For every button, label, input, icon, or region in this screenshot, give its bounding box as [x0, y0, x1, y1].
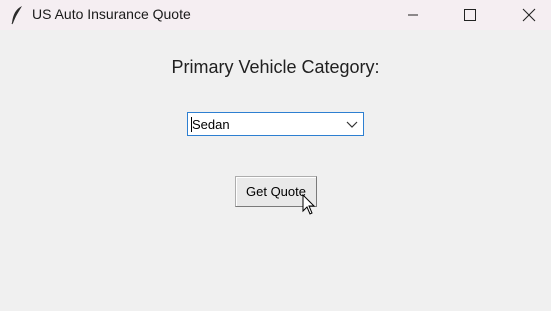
maximize-icon [464, 9, 476, 21]
close-icon [522, 8, 536, 22]
vehicle-category-label: Primary Vehicle Category: [171, 57, 380, 77]
vehicle-category-value: Sedan [192, 117, 230, 132]
close-button[interactable] [505, 0, 551, 30]
chevron-down-icon[interactable] [344, 117, 360, 131]
mouse-pointer-icon [302, 194, 316, 215]
minimize-button[interactable] [390, 0, 436, 30]
app-window: US Auto Insurance Quote Primary Vehicle … [0, 0, 551, 311]
title-bar[interactable]: US Auto Insurance Quote [0, 0, 551, 30]
window-title: US Auto Insurance Quote [32, 6, 191, 22]
feather-icon [11, 6, 22, 25]
minimize-icon [408, 14, 418, 16]
vehicle-category-select[interactable]: Sedan [187, 112, 364, 136]
maximize-button[interactable] [446, 0, 492, 30]
